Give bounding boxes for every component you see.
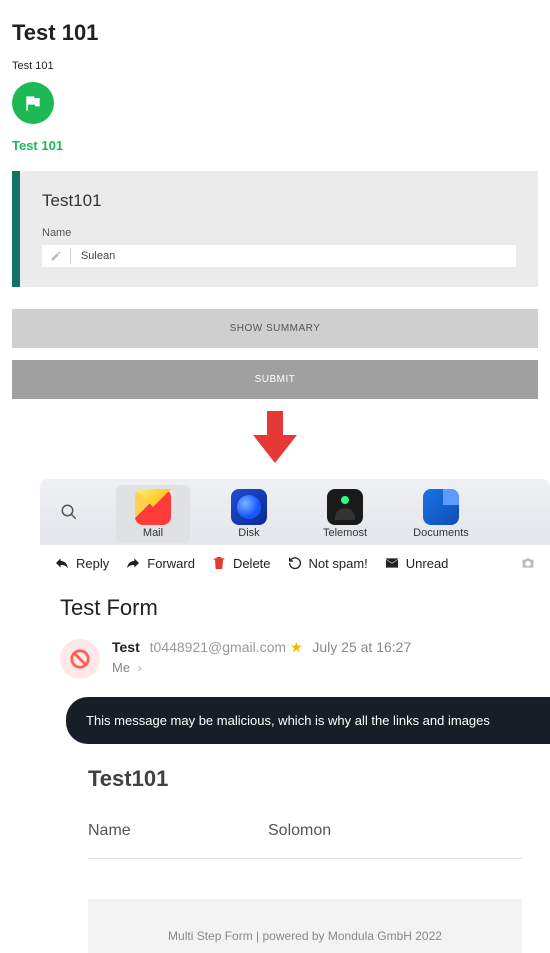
pencil-icon (50, 250, 62, 262)
app-telemost[interactable]: Telemost (308, 485, 382, 543)
step-badge[interactable] (12, 82, 54, 124)
forward-button[interactable]: Forward (125, 555, 195, 571)
app-disk-label: Disk (238, 527, 259, 539)
chevron-right-icon[interactable]: › (138, 661, 142, 675)
reply-button[interactable]: Reply (54, 555, 109, 571)
delete-button[interactable]: Delete (211, 555, 271, 571)
submit-button[interactable]: SUBMIT (12, 360, 538, 399)
flag-icon (23, 93, 43, 113)
page-subtitle: Test 101 (12, 60, 538, 72)
delete-label: Delete (233, 556, 271, 571)
avatar (60, 639, 100, 679)
page-title: Test 101 (12, 20, 538, 46)
show-summary-button[interactable]: SHOW SUMMARY (12, 309, 538, 348)
notspam-button[interactable]: Not spam! (287, 555, 368, 571)
app-mail[interactable]: Mail (116, 485, 190, 543)
forward-label: Forward (147, 556, 195, 571)
reply-icon (54, 555, 70, 571)
sender-info: Test t0448921@gmail.com ★ July 25 at 16:… (112, 639, 411, 675)
name-field-label: Name (42, 227, 516, 239)
mail-icon (135, 489, 171, 525)
undo-icon (287, 555, 303, 571)
recipient: Me (112, 660, 130, 675)
form-panel: Test101 Name (12, 171, 538, 287)
camera-icon (520, 555, 536, 571)
app-mail-label: Mail (143, 527, 163, 539)
documents-icon (423, 489, 459, 525)
trash-icon (211, 555, 227, 571)
app-documents-label: Documents (413, 527, 469, 539)
submission-name-label: Name (88, 822, 268, 840)
down-arrow-icon (253, 411, 297, 463)
app-disk[interactable]: Disk (212, 485, 286, 543)
envelope-icon (384, 555, 400, 571)
submission-block: Test101 Name Solomon (60, 766, 550, 879)
step-tab[interactable]: Test 101 (12, 138, 538, 153)
mail-body: Test Form Test t0448921@gmail.com ★ July… (40, 581, 550, 953)
app-telemost-label: Telemost (323, 527, 367, 539)
mail-date: July 25 at 16:27 (312, 639, 411, 655)
mail-subject: Test Form (60, 595, 550, 621)
submission-title: Test101 (88, 766, 522, 792)
unread-label: Unread (406, 556, 449, 571)
table-row: Name Solomon (88, 822, 522, 859)
mail-toolbar: Reply Forward Delete Not spam! Unread (40, 545, 550, 581)
sender-address: t0448921@gmail.com (150, 639, 286, 655)
sender-row: Test t0448921@gmail.com ★ July 25 at 16:… (60, 639, 550, 679)
panel-title: Test101 (42, 191, 516, 211)
footer: Multi Step Form | powered by Mondula Gmb… (88, 899, 522, 953)
search-button[interactable] (54, 497, 84, 527)
name-input-wrap[interactable] (42, 245, 516, 267)
app-documents[interactable]: Documents (404, 485, 478, 543)
star-icon: ★ (290, 639, 303, 655)
telemost-icon (327, 489, 363, 525)
reply-label: Reply (76, 556, 109, 571)
mail-client: Mail Disk Telemost Documents Reply Forwa… (0, 479, 550, 953)
input-separator (70, 249, 71, 263)
disk-icon (231, 489, 267, 525)
app-bar: Mail Disk Telemost Documents (40, 479, 550, 545)
name-input[interactable] (81, 250, 508, 262)
forward-icon (125, 555, 141, 571)
notspam-label: Not spam! (309, 556, 368, 571)
block-icon (69, 648, 91, 670)
sender-name: Test (112, 639, 140, 655)
warning-banner: This message may be malicious, which is … (66, 697, 550, 744)
submission-name-value: Solomon (268, 822, 331, 840)
screenshot-button[interactable] (520, 555, 536, 571)
search-icon (60, 503, 78, 521)
unread-button[interactable]: Unread (384, 555, 449, 571)
